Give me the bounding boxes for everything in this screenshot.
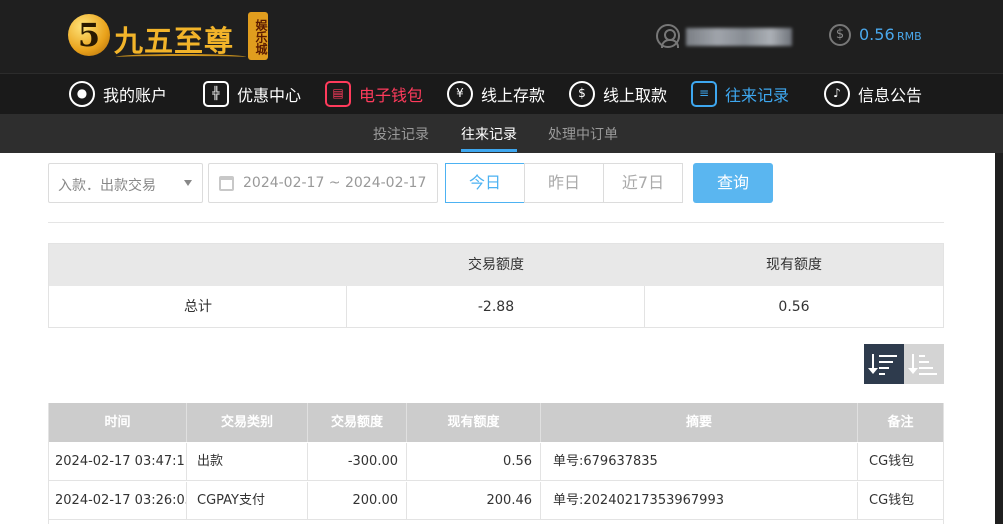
col-time[interactable]: 时间 (49, 403, 187, 442)
nav-label: 我的账户 (103, 86, 168, 105)
logo-mark: 5 (68, 14, 110, 56)
nav-item-promotions[interactable]: ╬ 优惠中心 (203, 79, 301, 109)
calendar-icon (219, 176, 234, 191)
query-button[interactable]: 查询 (693, 163, 773, 203)
cell-type: CGPAY支付 (187, 482, 308, 520)
sort-desc-icon (868, 354, 878, 374)
deposit-icon: ¥ (447, 81, 473, 107)
date-range-input[interactable]: 2024-02-17 ~ 2024-02-17 (208, 163, 438, 203)
logo-mark-glyph: 5 (77, 16, 101, 54)
scrollbar[interactable] (995, 153, 1003, 524)
nav-item-deposit[interactable]: ¥ 线上存款 (447, 79, 545, 109)
user-icon (656, 24, 680, 48)
cell-balance: 0.56 (407, 443, 541, 481)
transaction-type-select[interactable]: 入款．出款交易 (48, 163, 203, 203)
yesterday-button[interactable]: 昨日 (524, 163, 604, 203)
last-7-days-button[interactable]: 近7日 (603, 163, 683, 203)
sort-bar (879, 373, 885, 375)
bell-icon: ♪ (824, 81, 850, 107)
username-redacted (686, 28, 792, 46)
gift-icon: ╬ (203, 81, 229, 107)
cell-amount: 200.00 (308, 482, 407, 520)
col-type[interactable]: 交易类别 (187, 403, 308, 442)
sort-ascending-button[interactable] (904, 344, 944, 384)
user-account-area[interactable] (656, 24, 796, 48)
col-note[interactable]: 备注 (858, 403, 943, 442)
sub-nav: 投注记录 往来记录 处理中订单 (0, 114, 1003, 153)
sort-bar (879, 367, 889, 369)
withdraw-icon: $ (569, 81, 595, 107)
nav-item-announcements[interactable]: ♪ 信息公告 (824, 79, 922, 109)
main-nav: ● 我的账户 ╬ 优惠中心 ▤ 电子钱包 ¥ 线上存款 $ 线上取款 ≡ 往来记… (0, 73, 1003, 114)
balance-amount: 0.56 (859, 25, 895, 44)
summary-col-amount: 交易额度 (468, 257, 524, 273)
nav-item-e-wallet[interactable]: ▤ 电子钱包 (325, 79, 423, 109)
summary-col-balance: 现有额度 (766, 257, 822, 273)
table-row: 2024-02-17 03:47:11 出款 -300.00 0.56 单号:6… (49, 443, 943, 481)
summary-total-amount: -2.88 (477, 299, 515, 315)
today-button[interactable]: 今日 (445, 163, 525, 203)
sort-bar (879, 355, 897, 357)
top-header: 5 九五至尊 娱乐城 $ 0.56 RMB (0, 0, 1003, 73)
tab-bet-records[interactable]: 投注记录 (373, 124, 429, 144)
transaction-type-value: 入款．出款交易 (58, 178, 156, 194)
cell-type: 出款 (187, 443, 308, 481)
nav-label: 信息公告 (858, 86, 923, 105)
sort-bar (919, 367, 933, 369)
balance-display: $ 0.56 RMB (829, 24, 939, 48)
site-logo[interactable]: 5 九五至尊 娱乐城 (66, 8, 286, 66)
sort-descending-button[interactable] (864, 344, 904, 384)
sort-bar (919, 361, 929, 363)
divider (48, 222, 944, 223)
sort-bar (879, 361, 893, 363)
nav-item-records[interactable]: ≡ 往来记录 (691, 79, 789, 109)
user-icon: ● (69, 81, 95, 107)
records-header: 时间 交易类别 交易额度 现有额度 摘要 备注 (49, 403, 943, 442)
cell-time: 2024-02-17 03:47:11 (49, 443, 187, 481)
nav-item-my-account[interactable]: ● 我的账户 (69, 79, 167, 109)
cell-summary: 单号:679637835 (541, 443, 858, 481)
cell-note: CG钱包 (869, 454, 915, 469)
date-range-value: 2024-02-17 ~ 2024-02-17 (243, 175, 427, 191)
cell-note: CG钱包 (869, 493, 915, 508)
cell-balance: 200.46 (407, 482, 541, 520)
nav-label: 电子钱包 (359, 86, 424, 105)
tab-transaction-records[interactable]: 往来记录 (461, 124, 517, 144)
nav-label: 优惠中心 (237, 86, 302, 105)
col-amount[interactable]: 交易额度 (308, 403, 407, 442)
table-row: 2024-02-17 03:26:03 CGPAY支付 200.00 200.4… (49, 482, 943, 520)
summary-table: 交易额度 现有额度 总计 -2.88 0.56 (48, 243, 944, 328)
col-summary[interactable]: 摘要 (541, 403, 858, 442)
active-tab-indicator (461, 149, 517, 152)
tab-pending-orders[interactable]: 处理中订单 (548, 124, 618, 144)
nav-label: 线上取款 (603, 86, 668, 105)
balance-currency: RMB (897, 30, 922, 43)
summary-total-balance: 0.56 (778, 299, 810, 315)
summary-divider (346, 286, 347, 327)
col-balance[interactable]: 现有额度 (407, 403, 541, 442)
wallet-icon: ▤ (325, 81, 351, 107)
cell-summary: 单号:20240217353967993 (541, 482, 858, 520)
dollar-icon: $ (829, 24, 851, 46)
records-table: 时间 交易类别 交易额度 现有额度 摘要 备注 2024-02-17 03:47… (48, 403, 944, 524)
summary-divider (644, 286, 645, 327)
logo-flourish (116, 54, 246, 60)
caret-down-icon (184, 180, 192, 186)
records-icon: ≡ (691, 81, 717, 107)
nav-item-withdraw[interactable]: $ 线上取款 (569, 79, 667, 109)
cell-time: 2024-02-17 03:26:03 (49, 482, 187, 520)
cell-amount: -300.00 (308, 443, 407, 481)
nav-label: 往来记录 (725, 86, 790, 105)
sort-bar (919, 355, 925, 357)
sort-bar (919, 373, 937, 375)
summary-row-label: 总计 (184, 299, 212, 315)
nav-label: 线上存款 (481, 86, 546, 105)
logo-seal: 娱乐城 (248, 12, 268, 60)
sort-asc-icon (908, 354, 918, 374)
